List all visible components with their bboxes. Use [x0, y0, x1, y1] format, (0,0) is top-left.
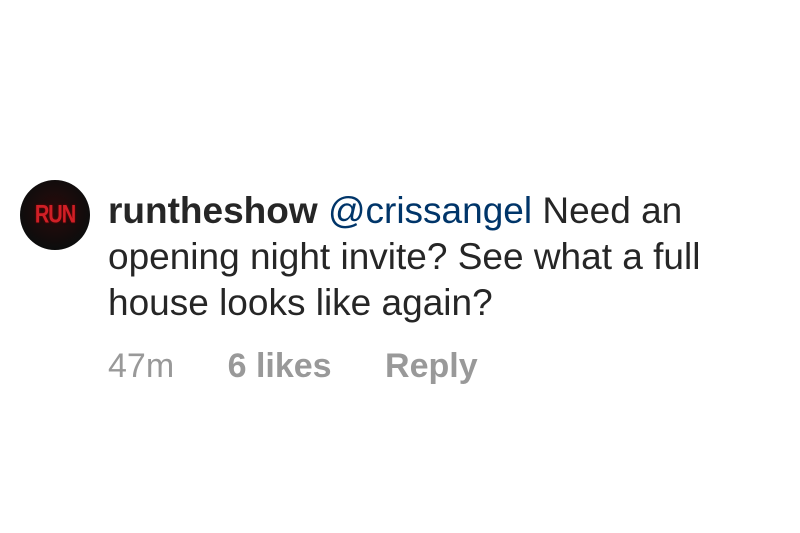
- likes-count-button[interactable]: 6 likes: [228, 347, 332, 385]
- timestamp: 47m: [108, 347, 175, 385]
- comment-text-line2: opening night invite? See what a full: [108, 236, 701, 277]
- reply-button[interactable]: Reply: [385, 347, 478, 385]
- comment-body: runtheshow @crissangel Need an opening n…: [108, 188, 788, 326]
- mention-link[interactable]: @crissangel: [328, 190, 532, 231]
- comment-meta: 47m 6 likes Reply: [108, 346, 522, 386]
- avatar-logo: RUN: [34, 201, 76, 229]
- comment-text-line1: Need an: [532, 190, 683, 231]
- avatar[interactable]: RUN: [20, 180, 90, 250]
- username-link[interactable]: runtheshow: [108, 190, 318, 231]
- comment-text-line3: house looks like again?: [108, 282, 493, 323]
